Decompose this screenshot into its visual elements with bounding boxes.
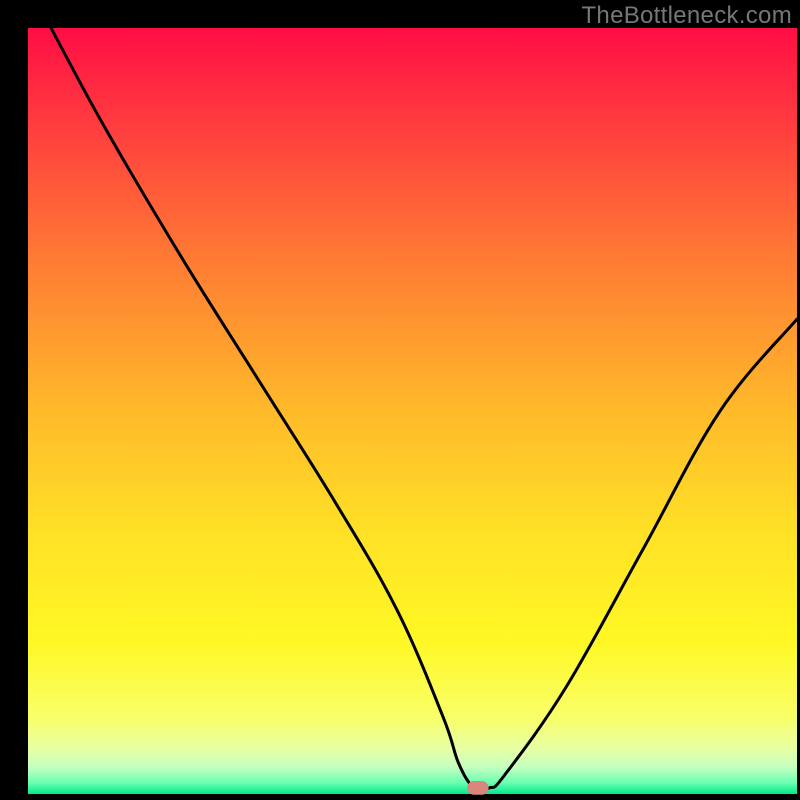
chart-container: TheBottleneck.com — [0, 0, 800, 800]
plot-background — [28, 28, 797, 794]
min-marker — [467, 781, 489, 795]
bottleneck-chart — [0, 0, 800, 800]
watermark-label: TheBottleneck.com — [581, 2, 792, 30]
